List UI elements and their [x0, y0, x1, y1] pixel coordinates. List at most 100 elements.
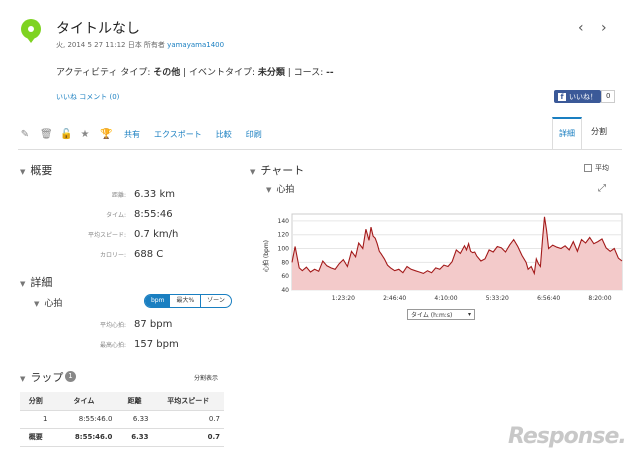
collapse-triangle-icon: ▼: [266, 186, 272, 194]
facebook-like-count: 0: [601, 90, 616, 103]
table-cell: 6.33: [116, 410, 153, 429]
split-view-link[interactable]: 分割表示: [194, 373, 218, 382]
collapse-triangle-icon: ▼: [20, 280, 26, 288]
y-tick-label: 80: [281, 259, 289, 266]
like-link[interactable]: いいね: [56, 93, 77, 101]
details-header[interactable]: ▼ 詳細: [20, 274, 52, 290]
activity-meta: 火, 2014 5 27 11:12 日本 所有者 yamayama1400: [56, 40, 224, 50]
lock-icon[interactable]: 🔓: [60, 129, 72, 140]
trophy-icon[interactable]: 🏆: [100, 129, 112, 140]
collapse-triangle-icon: ▼: [250, 168, 256, 176]
table-cell: 0.7: [152, 428, 224, 447]
x-tick-label: 4:10:00: [434, 295, 457, 302]
share-link[interactable]: 共有: [124, 129, 140, 140]
table-cell: 8:55:46.0: [51, 428, 117, 447]
stat-value: 157 bpm: [134, 338, 179, 350]
stat-row: 平均心拍: 87 bpm: [56, 314, 179, 334]
stat-row: 最高心拍: 157 bpm: [56, 334, 179, 354]
course-value[interactable]: --: [326, 68, 333, 78]
comment-link[interactable]: コメント (0): [79, 93, 119, 101]
owner-link[interactable]: yamayama1400: [167, 41, 224, 49]
stat-label: 平均心拍:: [99, 321, 126, 329]
expand-icon[interactable]: ⤢: [598, 183, 606, 194]
y-tick-label: 140: [278, 218, 290, 225]
star-icon[interactable]: ★: [80, 129, 90, 140]
divider: [18, 149, 622, 150]
stat-row: 距離: 6.33 km: [56, 184, 178, 204]
facebook-icon: f: [558, 92, 566, 101]
column-header[interactable]: 平均スピード: [152, 392, 224, 411]
hr-unit-max-percent[interactable]: 最大%: [170, 295, 200, 307]
facebook-like-button[interactable]: f いいね！: [554, 90, 601, 103]
collapse-triangle-icon: ▼: [20, 375, 26, 383]
watermark: Response.: [508, 424, 627, 449]
stat-label: 最高心拍:: [99, 341, 126, 349]
table-row[interactable]: 1 8:55:46.0 6.33 0.7: [20, 410, 224, 429]
overview-title: 概要: [30, 164, 53, 177]
x-tick-label: 6:56:40: [537, 295, 560, 302]
print-link[interactable]: 印刷: [246, 129, 262, 140]
table-cell: 6.33: [116, 428, 153, 447]
chevron-down-icon: ▾: [467, 311, 471, 318]
table-cell: 8:55:46.0: [51, 410, 117, 429]
hr-unit-bpm[interactable]: bpm: [145, 295, 171, 307]
stat-label: 距離:: [111, 191, 126, 199]
hr-unit-zone[interactable]: ゾーン: [200, 295, 231, 307]
event-type-value[interactable]: 未分類: [258, 68, 285, 78]
collapse-triangle-icon: ▼: [34, 300, 40, 308]
y-axis-ticks: 40 60 80 100 120 140: [278, 218, 290, 294]
x-axis-select[interactable]: タイム (h:m:s) ▾: [407, 309, 475, 320]
app-logo-icon: [21, 19, 41, 43]
stat-row: タイム: 8:55:46: [56, 204, 178, 224]
checkbox-icon: [584, 164, 592, 172]
overview-stats: 距離: 6.33 km タイム: 8:55:46 平均スピード: 0.7 km/…: [56, 184, 178, 264]
social-links: いいね コメント (0): [56, 92, 119, 102]
y-tick-label: 40: [281, 287, 289, 294]
overview-header[interactable]: ▼ 概要: [20, 162, 52, 178]
next-activity-button[interactable]: ›: [601, 20, 607, 36]
stat-value: 688 C: [134, 248, 164, 260]
x-axis-select-value: タイム (h:m:s): [411, 312, 453, 319]
activity-type-value[interactable]: その他: [153, 68, 180, 78]
lap-count-badge: 1: [65, 371, 76, 382]
y-tick-label: 120: [278, 232, 290, 239]
chart-header[interactable]: ▼ チャート: [250, 162, 304, 178]
toolbar: ✎ 🗑 🔓 ★ 🏆 共有 エクスポート 比較 印刷: [20, 124, 262, 144]
chart-hr-header[interactable]: ▼ 心拍: [266, 182, 294, 195]
stat-row: カロリー: 688 C: [56, 244, 178, 264]
trash-icon[interactable]: 🗑: [40, 129, 53, 140]
stat-value: 6.33 km: [134, 188, 175, 200]
export-link[interactable]: エクスポート: [154, 129, 202, 140]
activity-info: アクティビティ タイプ: その他 | イベントタイプ: 未分類 | コース: -…: [56, 65, 334, 78]
table-total-row: 概要 8:55:46.0 6.33 0.7: [20, 428, 224, 447]
average-label: 平均: [595, 164, 609, 172]
course-label: | コース:: [284, 68, 327, 78]
laps-header[interactable]: ▼ ラップ: [20, 369, 63, 385]
prev-activity-button[interactable]: ‹: [578, 20, 584, 36]
column-header[interactable]: 分割: [20, 392, 52, 411]
hr-unit-toggle: bpm 最大% ゾーン: [144, 294, 232, 308]
activity-title[interactable]: タイトルなし: [56, 18, 140, 38]
heart-rate-header[interactable]: ▼ 心拍: [34, 296, 62, 309]
pencil-icon[interactable]: ✎: [20, 129, 30, 140]
column-header[interactable]: タイム: [51, 392, 117, 411]
activity-date: 火, 2014 5 27 11:12 日本 所有者: [56, 41, 165, 49]
table-cell: 1: [20, 410, 52, 429]
stat-value: 8:55:46: [134, 208, 173, 220]
collapse-triangle-icon: ▼: [20, 168, 26, 176]
heart-rate-chart: 40 60 80 100 120 140 1:23:20 2:46:40 4:10:00 5:3…: [262, 213, 623, 302]
average-checkbox[interactable]: 平均: [584, 163, 609, 173]
stat-label: タイム:: [106, 211, 126, 219]
stat-value: 87 bpm: [134, 318, 173, 330]
compare-link[interactable]: 比較: [216, 129, 232, 140]
table-header-row: 分割 タイム 距離 平均スピード: [20, 392, 224, 411]
tab-split[interactable]: 分割: [584, 117, 614, 149]
column-header[interactable]: 距離: [116, 392, 153, 411]
facebook-like-label: いいね！: [569, 92, 597, 101]
hr-stats: 平均心拍: 87 bpm 最高心拍: 157 bpm: [56, 314, 179, 354]
details-title: 詳細: [30, 276, 53, 289]
event-type-label: | イベントタイプ:: [180, 68, 258, 78]
tab-detail[interactable]: 詳細: [552, 117, 582, 149]
x-tick-label: 2:46:40: [383, 295, 406, 302]
stat-label: カロリー:: [99, 251, 126, 259]
